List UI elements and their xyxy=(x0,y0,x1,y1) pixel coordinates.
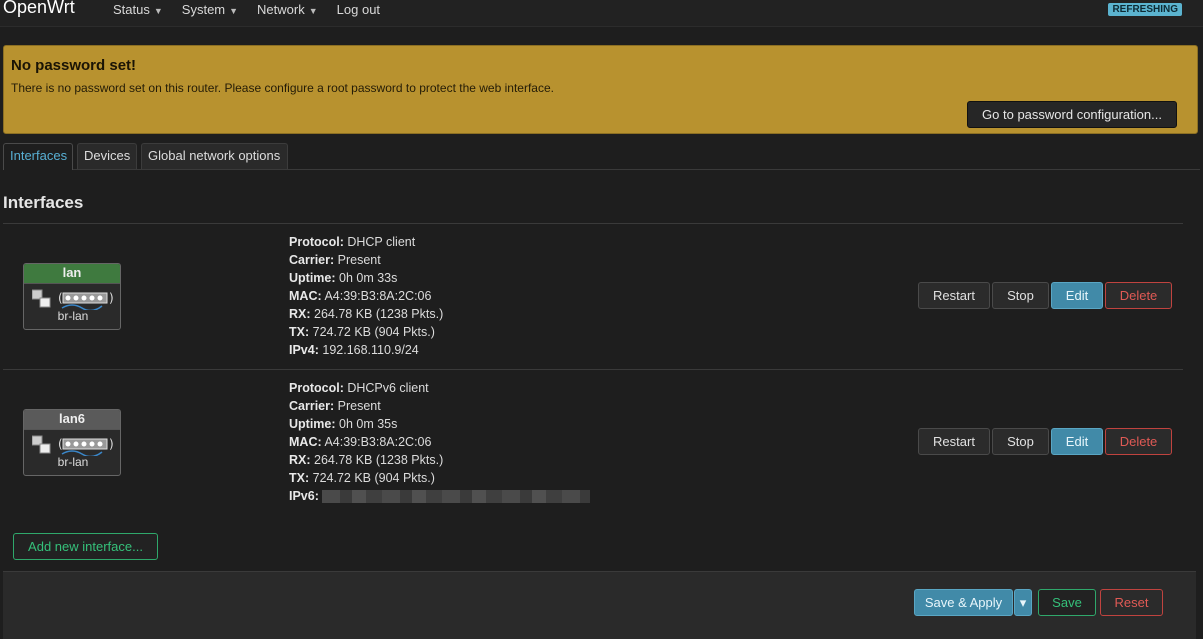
stop-button[interactable]: Stop xyxy=(992,428,1049,455)
interface-name: lan xyxy=(24,264,120,284)
info-row: MAC: A4:39:B3:8A:2C:06 xyxy=(289,289,432,303)
alert-title: No password set! xyxy=(11,57,137,74)
info-row: RX: 264.78 KB (1238 Pkts.) xyxy=(289,307,444,321)
delete-button[interactable]: Delete xyxy=(1105,282,1172,309)
stop-button[interactable]: Stop xyxy=(992,282,1049,309)
info-row: Protocol: DHCPv6 client xyxy=(289,381,429,395)
no-password-alert: No password set! There is no password se… xyxy=(3,45,1198,134)
section-title: Interfaces xyxy=(3,193,84,212)
refreshing-badge[interactable]: REFRESHING xyxy=(1108,3,1182,16)
info-row: TX: 724.72 KB (904 Pkts.) xyxy=(289,325,435,339)
edit-button[interactable]: Edit xyxy=(1051,282,1103,309)
tab-interfaces[interactable]: Interfaces xyxy=(3,143,73,170)
info-row: IPv4: 192.168.110.9/24 xyxy=(289,343,419,357)
interface-info-lan6: Protocol: DHCPv6 client Carrier: Present… xyxy=(289,379,591,505)
svg-text:): ) xyxy=(109,437,114,451)
nav-status[interactable]: Status ▼ xyxy=(113,2,163,17)
add-interface-button[interactable]: Add new interface... xyxy=(13,533,158,560)
svg-text:(: ( xyxy=(58,437,63,451)
info-row: RX: 264.78 KB (1238 Pkts.) xyxy=(289,453,444,467)
tab-bar: Interfaces Devices Global network option… xyxy=(3,143,1200,170)
tab-global-network-options[interactable]: Global network options xyxy=(141,143,288,169)
nav-network[interactable]: Network ▼ xyxy=(257,2,318,17)
password-config-button[interactable]: Go to password configuration... xyxy=(967,101,1177,128)
top-navbar: OpenWrt Status ▼ System ▼ Network ▼ Log out… xyxy=(0,0,1203,27)
info-row: IPv6: xyxy=(289,487,591,505)
restart-button[interactable]: Restart xyxy=(918,428,990,455)
nav-logout[interactable]: Log out xyxy=(337,2,380,17)
tab-devices[interactable]: Devices xyxy=(77,143,137,169)
interface-badge-lan6[interactable]: lan6 ( ) br-lan xyxy=(23,409,121,476)
interface-name: lan6 xyxy=(24,410,120,430)
alert-text: There is no password set on this router.… xyxy=(11,81,554,95)
info-row: Carrier: Present xyxy=(289,253,381,267)
save-button[interactable]: Save xyxy=(1038,589,1096,616)
info-row: MAC: A4:39:B3:8A:2C:06 xyxy=(289,435,432,449)
interface-info-lan: Protocol: DHCP client Carrier: Present U… xyxy=(289,233,443,359)
chevron-down-icon: ▼ xyxy=(308,6,318,16)
chevron-down-icon: ▼ xyxy=(153,6,163,16)
svg-text:(: ( xyxy=(58,291,63,305)
device-name: br-lan xyxy=(57,455,89,469)
redacted-ipv6 xyxy=(322,490,591,504)
svg-text:): ) xyxy=(109,291,114,305)
divider xyxy=(3,223,1183,224)
bridge-device-icon: ( ) xyxy=(32,289,114,310)
info-row: Uptime: 0h 0m 33s xyxy=(289,271,398,285)
nav-system[interactable]: System ▼ xyxy=(182,2,238,17)
interface-badge-lan[interactable]: lan ( ) br-lan xyxy=(23,263,121,330)
info-row: Carrier: Present xyxy=(289,399,381,413)
reset-button[interactable]: Reset xyxy=(1100,589,1163,616)
info-row: TX: 724.72 KB (904 Pkts.) xyxy=(289,471,435,485)
brand-logo[interactable]: OpenWrt xyxy=(3,0,75,18)
chevron-down-icon: ▼ xyxy=(229,6,239,16)
info-row: Uptime: 0h 0m 35s xyxy=(289,417,398,431)
device-name: br-lan xyxy=(57,309,89,323)
main-nav: Status ▼ System ▼ Network ▼ Log out xyxy=(113,2,399,17)
save-apply-button[interactable]: Save & Apply xyxy=(914,589,1013,616)
delete-button[interactable]: Delete xyxy=(1105,428,1172,455)
info-row: Protocol: DHCP client xyxy=(289,235,416,249)
bridge-device-icon: ( ) xyxy=(32,435,114,456)
divider xyxy=(3,369,1183,370)
restart-button[interactable]: Restart xyxy=(918,282,990,309)
footer-actions: Save & Apply ▾ Save Reset xyxy=(3,571,1196,639)
save-apply-dropdown[interactable]: ▾ xyxy=(1014,589,1032,616)
edit-button[interactable]: Edit xyxy=(1051,428,1103,455)
